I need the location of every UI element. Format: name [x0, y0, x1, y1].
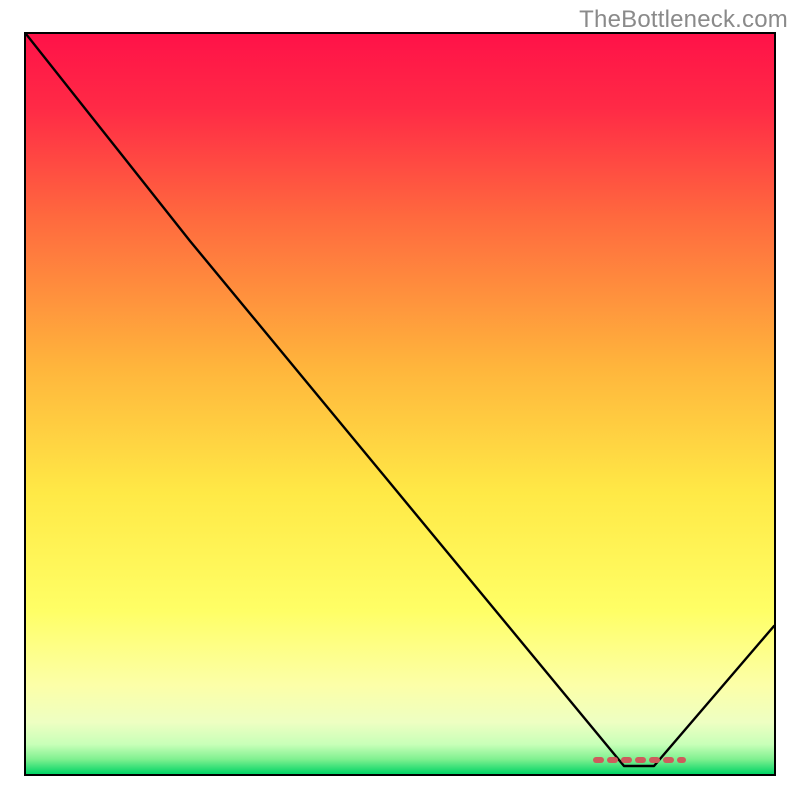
chart-container: TheBottleneck.com — [0, 0, 800, 800]
gradient-background — [26, 34, 774, 774]
attribution-text: TheBottleneck.com — [579, 6, 788, 34]
chart-svg — [26, 34, 774, 774]
plot-area — [24, 32, 776, 776]
